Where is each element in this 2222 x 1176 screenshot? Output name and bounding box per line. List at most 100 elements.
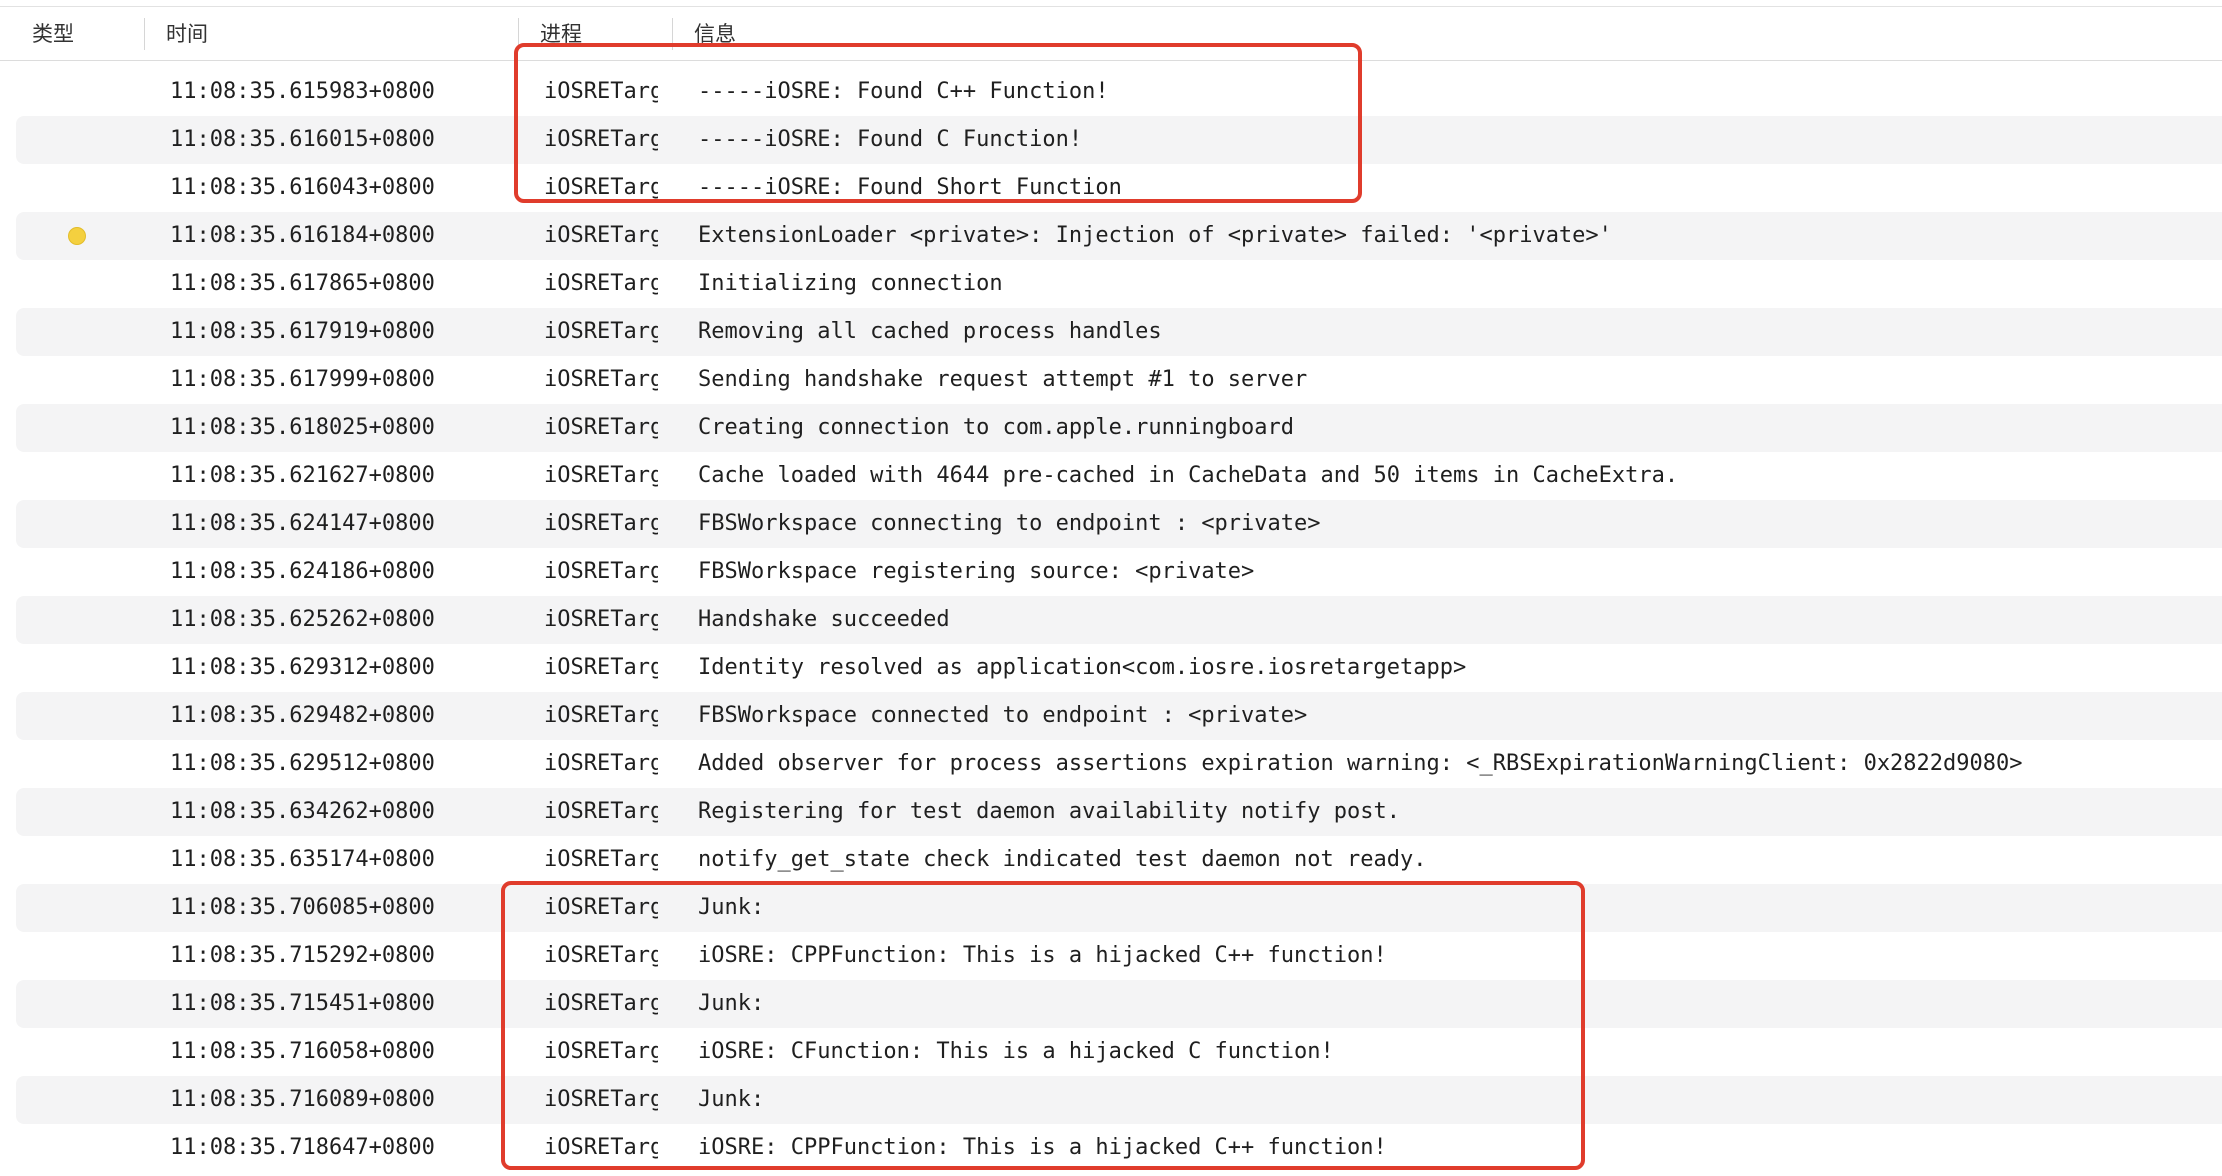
row-message: FBSWorkspace registering source: <privat… bbox=[698, 559, 1255, 584]
row-time: 11:08:35.616184+0800 bbox=[170, 223, 435, 248]
row-time: 11:08:35.616015+0800 bbox=[170, 127, 435, 152]
row-time: 11:08:35.634262+0800 bbox=[170, 799, 435, 824]
row-message: Initializing connection bbox=[698, 271, 1003, 296]
row-process: iOSRETargetApp bbox=[544, 895, 658, 920]
row-message: iOSRE: CPPFunction: This is a hijacked C… bbox=[698, 1135, 1387, 1160]
row-message: Removing all cached process handles bbox=[698, 319, 1162, 344]
table-row[interactable]: 11:08:35.715292+0800 iOSRETargetApp iOSRE:… bbox=[0, 932, 2222, 980]
column-divider[interactable] bbox=[672, 18, 673, 50]
row-time: 11:08:35.715451+0800 bbox=[170, 991, 435, 1016]
row-time: 11:08:35.617999+0800 bbox=[170, 367, 435, 392]
row-time: 11:08:35.617865+0800 bbox=[170, 271, 435, 296]
row-type bbox=[16, 308, 144, 356]
row-process: iOSRETargetApp bbox=[544, 1087, 658, 1112]
table-row[interactable]: 11:08:35.618025+0800 iOSRETargetApp Creati… bbox=[0, 404, 2222, 452]
row-process: iOSRETargetApp bbox=[544, 319, 658, 344]
row-process: iOSRETargetApp bbox=[544, 367, 658, 392]
table-row[interactable]: 11:08:35.616015+0800 iOSRETargetApp -----i… bbox=[0, 116, 2222, 164]
row-time: 11:08:35.618025+0800 bbox=[170, 415, 435, 440]
row-message: Junk: bbox=[698, 991, 765, 1016]
row-type bbox=[16, 788, 144, 836]
table-row[interactable]: 11:08:35.629312+0800 iOSRETargetApp Identi… bbox=[0, 644, 2222, 692]
row-process: iOSRETargetApp bbox=[544, 127, 658, 152]
row-time: 11:08:35.635174+0800 bbox=[170, 847, 435, 872]
table-row[interactable]: 11:08:35.718647+0800 iOSRETargetApp iOSRE:… bbox=[0, 1124, 2222, 1172]
table-row[interactable]: 11:08:35.625262+0800 iOSRETargetApp Handsh… bbox=[0, 596, 2222, 644]
row-process: iOSRETargetApp bbox=[544, 847, 658, 872]
table-row[interactable]: 11:08:35.635174+0800 iOSRETargetApp notify… bbox=[0, 836, 2222, 884]
row-process: iOSRETargetApp bbox=[544, 79, 658, 104]
row-process: iOSRETargetApp bbox=[544, 703, 658, 728]
row-process: iOSRETargetApp bbox=[544, 511, 658, 536]
table-row[interactable]: 11:08:35.634262+0800 iOSRETargetApp Regist… bbox=[0, 788, 2222, 836]
row-process: iOSRETargetApp bbox=[544, 223, 658, 248]
table-row[interactable]: 11:08:35.621627+0800 iOSRETargetApp Cache … bbox=[0, 452, 2222, 500]
row-time: 11:08:35.616043+0800 bbox=[170, 175, 435, 200]
row-message: iOSRE: CPPFunction: This is a hijacked C… bbox=[698, 943, 1387, 968]
table-row[interactable]: 11:08:35.616043+0800 iOSRETargetApp -----i… bbox=[0, 164, 2222, 212]
row-type bbox=[16, 1028, 144, 1076]
table-header: 类型 时间 进程 信息 bbox=[0, 7, 2222, 61]
table-row[interactable]: 11:08:35.716058+0800 iOSRETargetApp iOSRE:… bbox=[0, 1028, 2222, 1076]
row-type bbox=[16, 500, 144, 548]
column-header-type[interactable]: 类型 bbox=[32, 7, 74, 61]
row-time: 11:08:35.629512+0800 bbox=[170, 751, 435, 776]
table-row[interactable]: 11:08:35.716089+0800 iOSRETargetApp Junk: bbox=[0, 1076, 2222, 1124]
row-type bbox=[16, 740, 144, 788]
row-type bbox=[16, 644, 144, 692]
table-row[interactable]: 11:08:35.715451+0800 iOSRETargetApp Junk: bbox=[0, 980, 2222, 1028]
row-type bbox=[16, 212, 144, 260]
column-divider[interactable] bbox=[144, 18, 145, 50]
row-type bbox=[16, 884, 144, 932]
row-process: iOSRETargetApp bbox=[544, 1135, 658, 1160]
row-type bbox=[16, 548, 144, 596]
row-process: iOSRETargetApp bbox=[544, 607, 658, 632]
log-table-body: 11:08:35.615983+0800 iOSRETargetApp -----i… bbox=[0, 68, 2222, 1172]
row-process: iOSRETargetApp bbox=[544, 1039, 658, 1064]
row-time: 11:08:35.615983+0800 bbox=[170, 79, 435, 104]
row-process: iOSRETargetApp bbox=[544, 751, 658, 776]
row-process: iOSRETargetApp bbox=[544, 991, 658, 1016]
row-type bbox=[16, 980, 144, 1028]
column-divider[interactable] bbox=[518, 18, 519, 50]
row-process: iOSRETargetApp bbox=[544, 271, 658, 296]
row-time: 11:08:35.625262+0800 bbox=[170, 607, 435, 632]
row-type bbox=[16, 116, 144, 164]
table-row[interactable]: 11:08:35.629512+0800 iOSRETargetApp Added … bbox=[0, 740, 2222, 788]
table-row[interactable]: 11:08:35.624147+0800 iOSRETargetApp FBSWor… bbox=[0, 500, 2222, 548]
row-process: iOSRETargetApp bbox=[544, 655, 658, 680]
row-message: Handshake succeeded bbox=[698, 607, 950, 632]
row-process: iOSRETargetApp bbox=[544, 559, 658, 584]
row-message: Cache loaded with 4644 pre-cached in Cac… bbox=[698, 463, 1679, 488]
row-process: iOSRETargetApp bbox=[544, 463, 658, 488]
row-time: 11:08:35.718647+0800 bbox=[170, 1135, 435, 1160]
row-type bbox=[16, 404, 144, 452]
row-time: 11:08:35.716058+0800 bbox=[170, 1039, 435, 1064]
table-row[interactable]: 11:08:35.616184+0800 iOSRETargetApp Extens… bbox=[0, 212, 2222, 260]
top-rule bbox=[0, 0, 2222, 7]
table-row[interactable]: 11:08:35.629482+0800 iOSRETargetApp FBSWor… bbox=[0, 692, 2222, 740]
row-time: 11:08:35.716089+0800 bbox=[170, 1087, 435, 1112]
table-row[interactable]: 11:08:35.617999+0800 iOSRETargetApp Sendin… bbox=[0, 356, 2222, 404]
row-message: ExtensionLoader <private>: Injection of … bbox=[698, 223, 1612, 248]
row-type bbox=[16, 68, 144, 116]
row-type bbox=[16, 692, 144, 740]
column-header-process[interactable]: 进程 bbox=[540, 7, 582, 61]
table-row[interactable]: 11:08:35.617865+0800 iOSRETargetApp Initia… bbox=[0, 260, 2222, 308]
row-message: Junk: bbox=[698, 895, 765, 920]
row-message: notify_get_state check indicated test da… bbox=[698, 847, 1427, 872]
row-type bbox=[16, 356, 144, 404]
row-type bbox=[16, 260, 144, 308]
row-process: iOSRETargetApp bbox=[544, 175, 658, 200]
column-header-message[interactable]: 信息 bbox=[694, 7, 736, 61]
row-message: -----iOSRE: Found C Function! bbox=[698, 127, 1083, 152]
column-header-time[interactable]: 时间 bbox=[166, 7, 208, 61]
table-row[interactable]: 11:08:35.706085+0800 iOSRETargetApp Junk: bbox=[0, 884, 2222, 932]
row-time: 11:08:35.624186+0800 bbox=[170, 559, 435, 584]
table-row[interactable]: 11:08:35.617919+0800 iOSRETargetApp Removi… bbox=[0, 308, 2222, 356]
table-row[interactable]: 11:08:35.615983+0800 iOSRETargetApp -----i… bbox=[0, 68, 2222, 116]
row-type bbox=[16, 1124, 144, 1172]
table-row[interactable]: 11:08:35.624186+0800 iOSRETargetApp FBSWor… bbox=[0, 548, 2222, 596]
row-type bbox=[16, 164, 144, 212]
row-time: 11:08:35.715292+0800 bbox=[170, 943, 435, 968]
